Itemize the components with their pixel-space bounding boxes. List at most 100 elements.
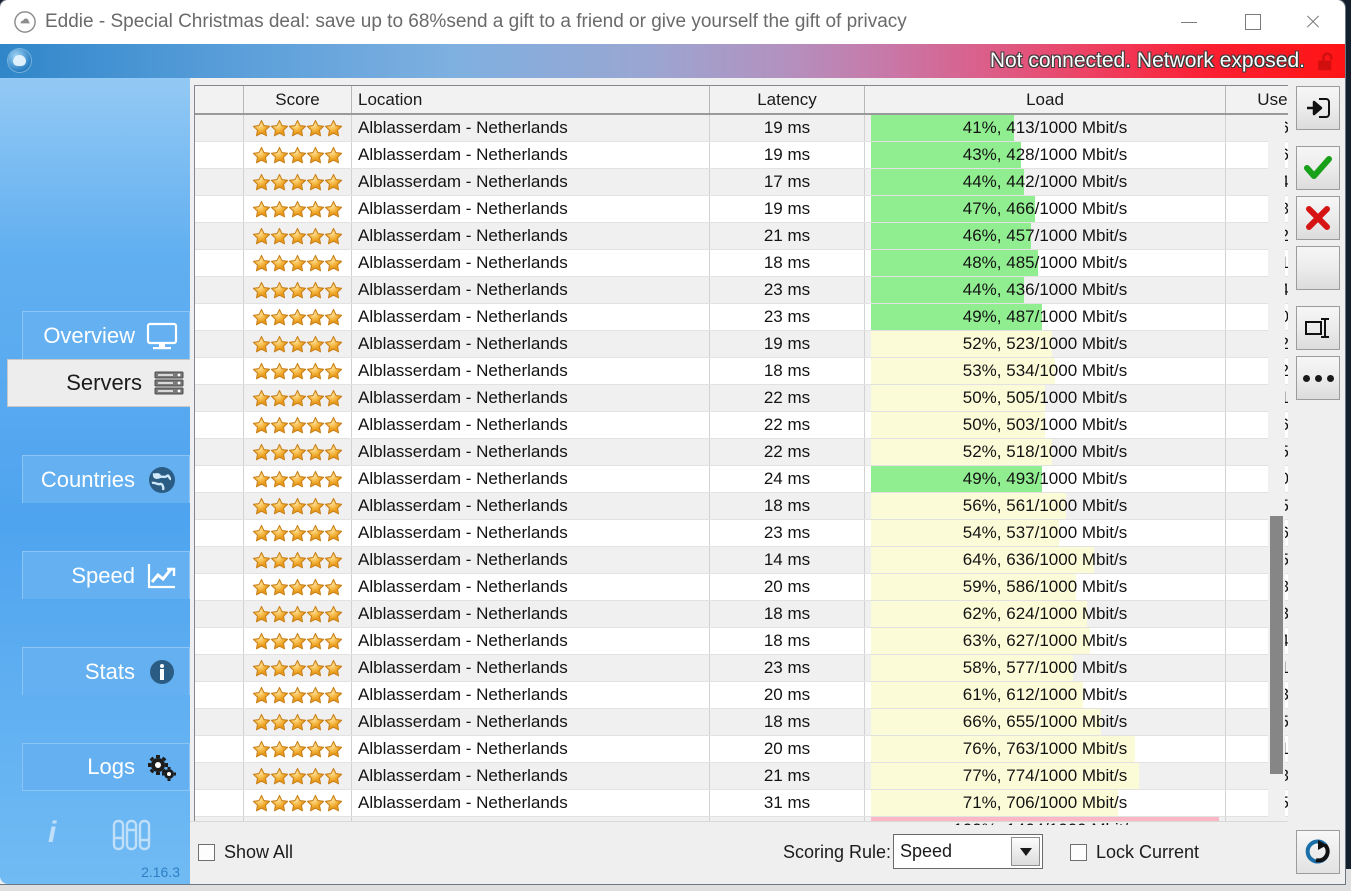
table-row[interactable]: Alblasserdam - Netherlands 31 ms 71%, 706/… bbox=[195, 789, 1289, 817]
connect-button[interactable] bbox=[1296, 86, 1340, 130]
row-select-cell[interactable] bbox=[195, 249, 244, 277]
scoring-rule-select[interactable]: Speed bbox=[893, 834, 1043, 869]
column-header-select[interactable] bbox=[195, 86, 244, 115]
sidebar-item-logs[interactable]: Logs bbox=[22, 743, 190, 791]
show-all-checkbox[interactable]: Show All bbox=[198, 842, 293, 863]
table-row[interactable]: Alblasserdam - Netherlands 19 ms 47%, 466/… bbox=[195, 195, 1289, 223]
sliders-icon[interactable] bbox=[110, 818, 152, 852]
star-rating-icon bbox=[250, 524, 345, 543]
refresh-button[interactable] bbox=[1296, 830, 1340, 874]
row-select-cell[interactable] bbox=[195, 330, 244, 358]
row-select-cell[interactable] bbox=[195, 222, 244, 250]
row-select-cell[interactable] bbox=[195, 627, 244, 655]
table-row[interactable]: Alblasserdam - Netherlands 18 ms 62%, 624/… bbox=[195, 600, 1289, 628]
table-row[interactable]: Alblasserdam - Netherlands 22 ms 52%, 518/… bbox=[195, 438, 1289, 466]
row-select-cell[interactable] bbox=[195, 168, 244, 196]
load-cell: 41%, 413/1000 Mbit/s bbox=[864, 114, 1226, 142]
star-rating-icon bbox=[250, 281, 345, 300]
checkbox-box[interactable] bbox=[1070, 844, 1087, 861]
row-select-cell[interactable] bbox=[195, 600, 244, 628]
table-row[interactable]: Alblasserdam - Netherlands 21 ms 46%, 457/… bbox=[195, 222, 1289, 250]
table-row[interactable]: Alblasserdam - Netherlands 23 ms 44%, 436/… bbox=[195, 276, 1289, 304]
sidebar-item-countries[interactable]: Countries bbox=[22, 455, 190, 503]
table-row[interactable]: Alblasserdam - Netherlands 21 ms 77%, 774/… bbox=[195, 762, 1289, 790]
column-header-latency[interactable]: Latency bbox=[709, 86, 865, 115]
row-select-cell[interactable] bbox=[195, 195, 244, 223]
vertical-scrollbar-thumb[interactable] bbox=[1270, 516, 1283, 774]
title-bar: Eddie - Special Christmas deal: save up … bbox=[0, 0, 1345, 44]
minimize-button[interactable] bbox=[1165, 0, 1213, 44]
row-select-cell[interactable] bbox=[195, 789, 244, 817]
scoring-rule-label: Scoring Rule: bbox=[783, 842, 892, 862]
more-button[interactable] bbox=[1296, 356, 1340, 400]
row-select-cell[interactable] bbox=[195, 276, 244, 304]
sidebar-footer: i 2.16.3 bbox=[0, 808, 190, 884]
load-text: 77%, 774/1000 Mbit/s bbox=[962, 766, 1128, 785]
chevron-down-icon[interactable] bbox=[1011, 837, 1040, 866]
table-row[interactable]: Alblasserdam - Netherlands 20 ms 76%, 763/… bbox=[195, 735, 1289, 763]
table-row[interactable]: Alblasserdam - Netherlands 18 ms 63%, 627/… bbox=[195, 627, 1289, 655]
row-select-cell[interactable] bbox=[195, 654, 244, 682]
table-row[interactable]: Alblasserdam - Netherlands 18 ms 66%, 655/… bbox=[195, 708, 1289, 736]
load-cell: 63%, 627/1000 Mbit/s bbox=[864, 627, 1226, 655]
sidebar-item-overview[interactable]: Overview bbox=[22, 311, 190, 359]
table-row[interactable]: Alblasserdam - Netherlands 20 ms 59%, 586/… bbox=[195, 573, 1289, 601]
gears-icon bbox=[145, 752, 179, 782]
checkbox-box[interactable] bbox=[198, 844, 215, 861]
table-row[interactable]: Alblasserdam - Netherlands 24 ms 49%, 493/… bbox=[195, 465, 1289, 493]
table-row[interactable]: Alblasserdam - Netherlands 18 ms 56%, 561/… bbox=[195, 492, 1289, 520]
star-rating-icon bbox=[250, 686, 345, 705]
maximize-button[interactable] bbox=[1229, 0, 1277, 44]
row-select-cell[interactable] bbox=[195, 303, 244, 331]
load-text: 58%, 577/1000 Mbit/s bbox=[962, 658, 1128, 677]
table-row[interactable]: Alblasserdam - Netherlands 23 ms 49%, 487/… bbox=[195, 303, 1289, 331]
row-select-cell[interactable] bbox=[195, 492, 244, 520]
row-select-cell[interactable] bbox=[195, 735, 244, 763]
column-header-users[interactable]: Users bbox=[1225, 86, 1289, 115]
whitelist-button[interactable] bbox=[1296, 146, 1340, 190]
rename-button[interactable] bbox=[1296, 306, 1340, 350]
lock-current-checkbox[interactable]: Lock Current bbox=[1070, 842, 1199, 863]
info-italic-icon[interactable]: i bbox=[48, 816, 56, 850]
row-select-cell[interactable] bbox=[195, 708, 244, 736]
location-cell: Alblasserdam - Netherlands bbox=[351, 303, 710, 331]
table-row[interactable]: Alblasserdam - Netherlands 18 ms 48%, 485/… bbox=[195, 249, 1289, 277]
close-button[interactable] bbox=[1289, 0, 1337, 44]
row-select-cell[interactable] bbox=[195, 681, 244, 709]
row-select-cell[interactable] bbox=[195, 357, 244, 385]
table-row[interactable]: Alblasserdam - Netherlands 19 ms 43%, 428/… bbox=[195, 141, 1289, 169]
row-select-cell[interactable] bbox=[195, 438, 244, 466]
undefine-button[interactable] bbox=[1296, 246, 1340, 290]
row-select-cell[interactable] bbox=[195, 114, 244, 142]
sidebar-item-speed[interactable]: Speed bbox=[22, 551, 190, 599]
row-select-cell[interactable] bbox=[195, 384, 244, 412]
table-row[interactable]: Alblasserdam - Netherlands 18 ms 53%, 534/… bbox=[195, 357, 1289, 385]
column-header-load[interactable]: Load bbox=[864, 86, 1226, 115]
row-select-cell[interactable] bbox=[195, 141, 244, 169]
table-row[interactable]: Alblasserdam - Netherlands 23 ms 58%, 577/… bbox=[195, 654, 1289, 682]
row-select-cell[interactable] bbox=[195, 573, 244, 601]
blacklist-button[interactable] bbox=[1296, 196, 1340, 240]
sidebar-item-servers[interactable]: Servers bbox=[7, 359, 197, 407]
location-cell: Alblasserdam - Netherlands bbox=[351, 276, 710, 304]
vertical-scrollbar[interactable] bbox=[1268, 116, 1285, 824]
load-bar: 54%, 537/1000 Mbit/s bbox=[871, 520, 1219, 546]
table-row[interactable]: Alblasserdam - Netherlands 20 ms 61%, 612/… bbox=[195, 681, 1289, 709]
table-row[interactable]: Alblasserdam - Netherlands 23 ms 54%, 537/… bbox=[195, 519, 1289, 547]
row-select-cell[interactable] bbox=[195, 411, 244, 439]
table-row[interactable]: Alblasserdam - Netherlands 17 ms 44%, 442/… bbox=[195, 168, 1289, 196]
table-row[interactable]: Alblasserdam - Netherlands 22 ms 50%, 503/… bbox=[195, 411, 1289, 439]
table-row[interactable]: Alblasserdam - Netherlands 19 ms 52%, 523/… bbox=[195, 330, 1289, 358]
row-select-cell[interactable] bbox=[195, 519, 244, 547]
row-select-cell[interactable] bbox=[195, 546, 244, 574]
sidebar-item-stats[interactable]: Stats bbox=[22, 647, 190, 695]
table-row[interactable]: Alblasserdam - Netherlands 14 ms 64%, 636/… bbox=[195, 546, 1289, 574]
row-select-cell[interactable] bbox=[195, 762, 244, 790]
column-header-score[interactable]: Score bbox=[243, 86, 352, 115]
column-header-location[interactable]: Location bbox=[351, 86, 710, 115]
table-row[interactable]: Alblasserdam - Netherlands 22 ms 50%, 505/… bbox=[195, 384, 1289, 412]
table-row[interactable]: Alblasserdam - Netherlands 19 ms 41%, 413/… bbox=[195, 114, 1289, 142]
load-text: 50%, 505/1000 Mbit/s bbox=[962, 388, 1128, 407]
load-text: 49%, 493/1000 Mbit/s bbox=[962, 469, 1128, 488]
row-select-cell[interactable] bbox=[195, 465, 244, 493]
